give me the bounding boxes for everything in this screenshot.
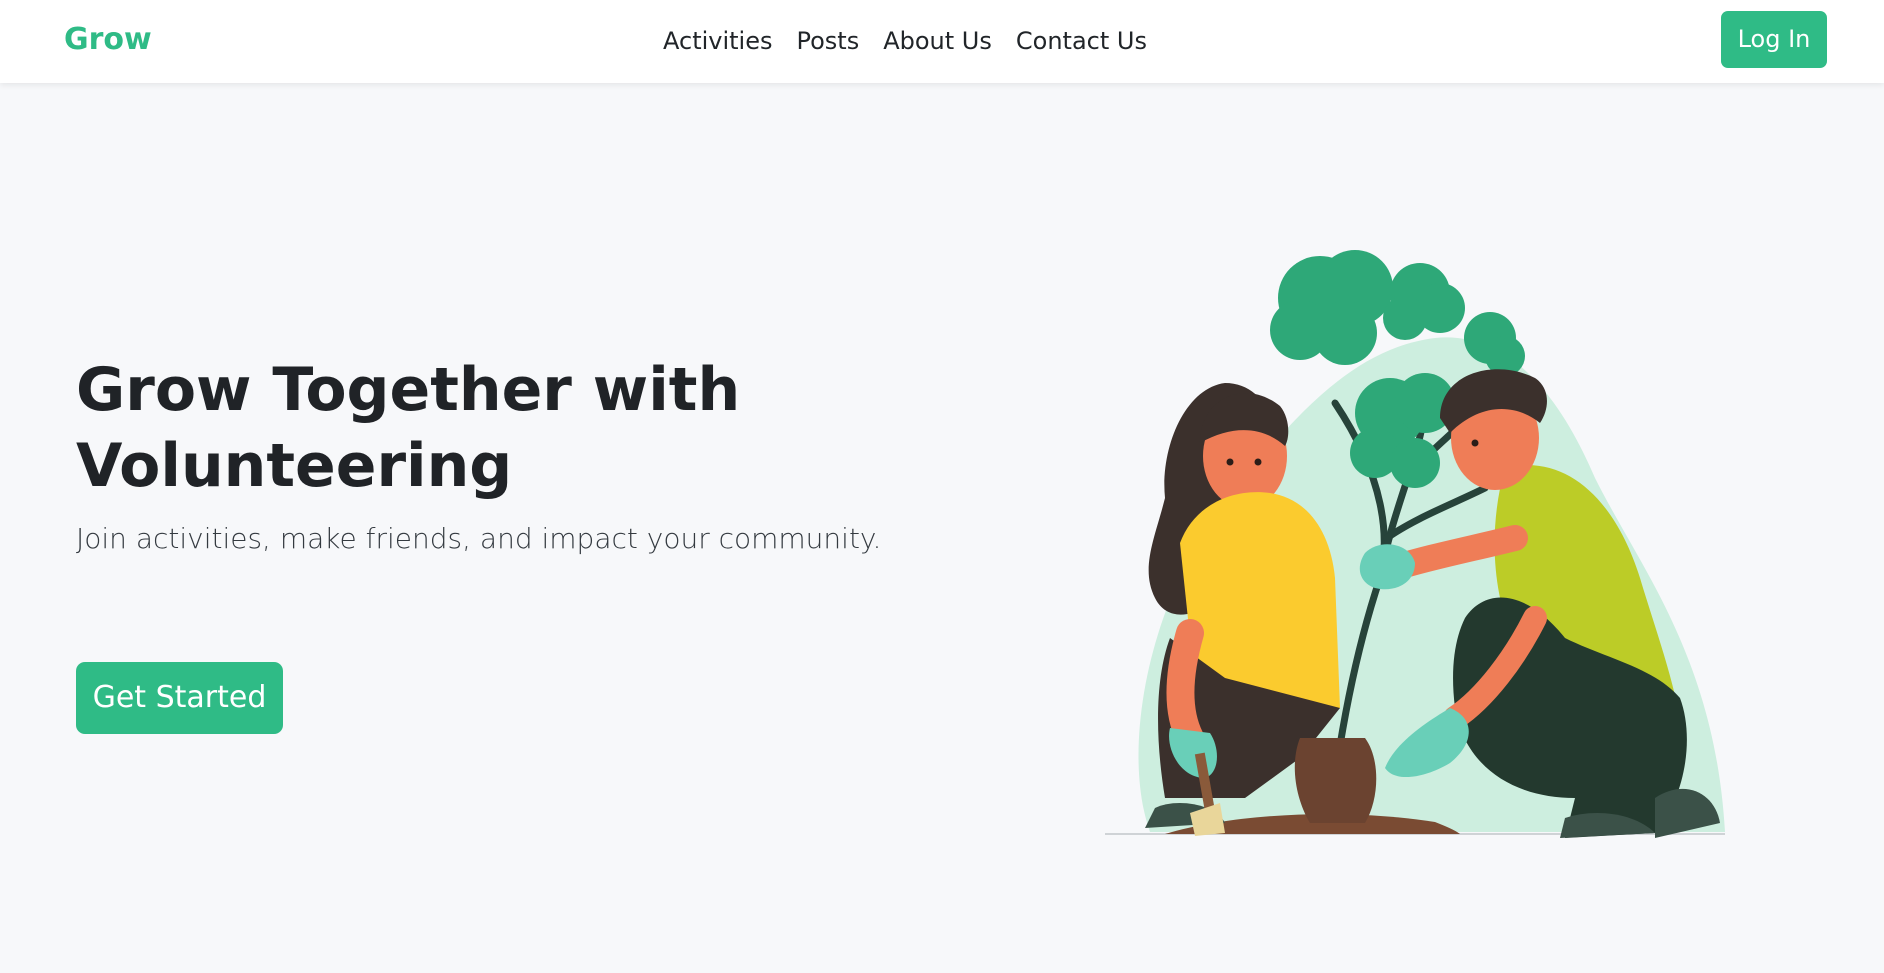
nav-link-activities[interactable]: Activities xyxy=(663,24,773,58)
volunteers-planting-illustration xyxy=(1105,250,1725,838)
woman-eye-right xyxy=(1254,458,1262,466)
login-button[interactable]: Log In xyxy=(1721,11,1827,68)
get-started-button[interactable]: Get Started xyxy=(76,662,283,734)
hero-subtitle: Join activities, make friends, and impac… xyxy=(76,522,882,555)
hero-title: Grow Together with Volunteering xyxy=(76,355,741,501)
nav-link-contact-us[interactable]: Contact Us xyxy=(1016,24,1147,58)
brand-logo[interactable]: Grow xyxy=(64,22,152,58)
woman-arm xyxy=(1166,619,1204,752)
nav-link-about-us[interactable]: About Us xyxy=(883,24,992,58)
woman-eye-left xyxy=(1226,458,1234,466)
man-eye xyxy=(1471,439,1479,447)
top-navbar: Grow Activities Posts About Us Contact U… xyxy=(0,0,1884,83)
root-ball-shape xyxy=(1294,738,1377,823)
nav-link-posts[interactable]: Posts xyxy=(797,24,860,58)
nav-links: Activities Posts About Us Contact Us xyxy=(663,24,1147,58)
